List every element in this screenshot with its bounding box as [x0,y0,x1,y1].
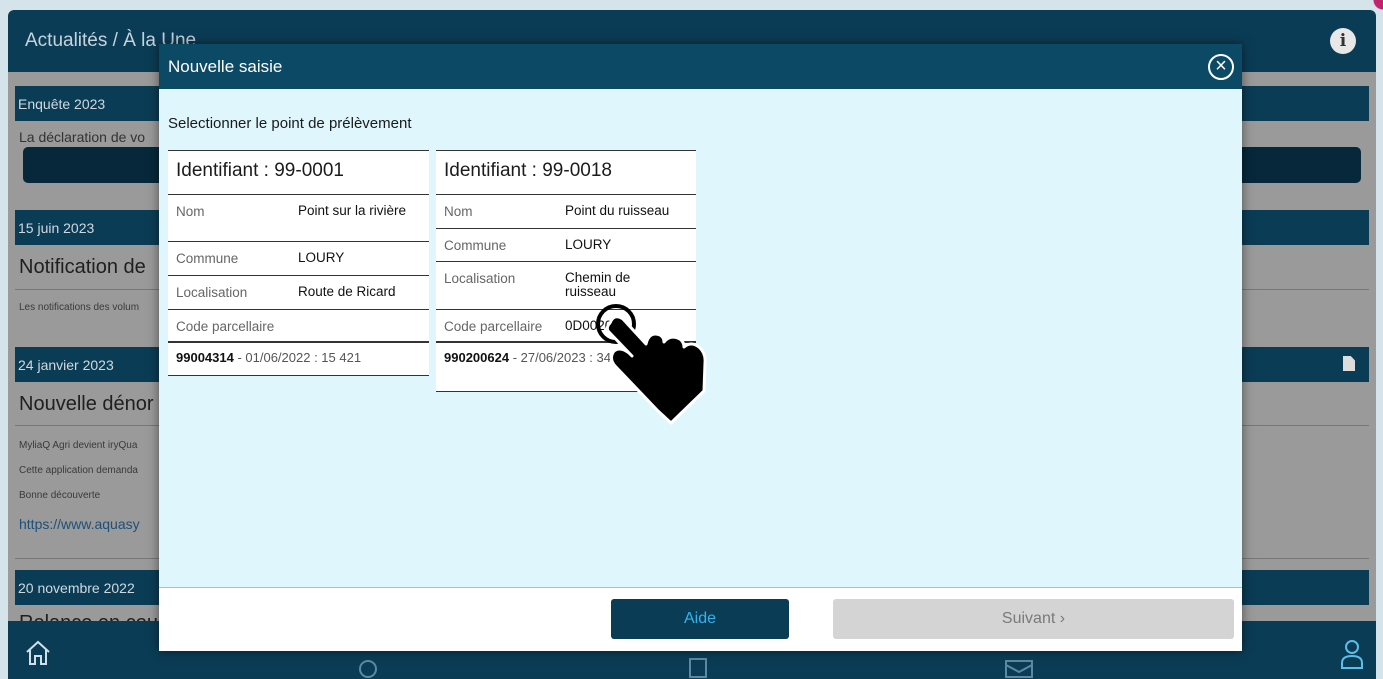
row-value: 0D0020 [565,318,613,333]
row-label: Code parcellaire [176,319,275,334]
footer-detail: - 01/06/2022 : 15 421 [233,350,362,365]
help-button[interactable]: Aide [611,599,789,639]
footer-number: 99004314 [176,350,234,365]
close-button[interactable]: × [1208,54,1234,80]
row-value: Point sur la rivière [298,203,407,218]
row-label: Localisation [444,271,516,286]
circle-icon[interactable] [358,659,378,679]
row-value: Route de Ricard [298,284,396,299]
news-text: Les notifications des volum [19,302,140,313]
row-label: Nom [176,204,205,219]
footer-number: 990200624 [444,350,510,365]
new-entry-dialog: Nouvelle saisie × Selectionner le point … [159,44,1242,651]
card-row: Commune LOURY [168,242,429,276]
row-label: Nom [444,204,473,219]
dialog-footer: Aide Suivant › [159,587,1242,651]
instruction-text: Selectionner le point de prélèvement [168,115,412,132]
row-label: Commune [176,251,239,266]
news-text: La déclaration de vo [19,129,146,145]
next-button[interactable]: Suivant › [833,599,1234,639]
sampling-point-card[interactable]: Identifiant : 99-0001 Nom Point sur la r… [168,150,429,376]
row-label: Code parcellaire [444,319,543,334]
card-identifier: Identifiant : 99-0018 [436,151,696,195]
card-identifier: Identifiant : 99-0001 [168,151,429,195]
document-icon[interactable] [1343,356,1355,371]
news-text: Bonne découverte [19,490,101,501]
card-row: Nom Point sur la rivière [168,195,429,242]
news-heading: Nouvelle dénor [19,393,154,415]
news-heading: Notification de [19,256,146,278]
news-link[interactable]: https://www.aquasy [19,516,140,532]
news-text: MyliaQ Agri devient iryQua [19,440,138,451]
dialog-header: Nouvelle saisie × [159,44,1242,89]
row-value: Chemin de ruisseau [565,270,631,299]
row-value: LOURY [565,237,612,252]
card-row: Code parcellaire 0D0020 [436,310,696,342]
footer-detail: - 27/06/2023 : 345 [509,350,619,365]
card-row: Localisation Route de Ricard [168,276,429,310]
user-icon[interactable] [1340,639,1364,669]
document-icon[interactable] [688,657,708,679]
row-value: Point du ruisseau [565,203,670,218]
dialog-title: Nouvelle saisie [168,57,283,76]
card-footer: 99004314 - 01/06/2022 : 15 421 [168,342,429,375]
info-icon[interactable]: i [1330,28,1356,54]
news-date: 24 janvier 2023 [18,357,114,373]
news-text: Cette application demanda [19,465,138,476]
sampling-point-card[interactable]: Identifiant : 99-0018 Nom Point du ruiss… [436,150,696,392]
row-value: LOURY [298,250,345,265]
inbox-icon[interactable] [1004,657,1034,679]
row-label: Commune [444,238,507,253]
card-footer: 990200624 - 27/06/2023 : 345 [436,342,696,391]
home-icon[interactable] [24,639,52,667]
row-label: Localisation [176,285,248,300]
card-row: Code parcellaire [168,310,429,342]
card-row: Nom Point du ruisseau [436,195,696,229]
corner-decoration [1363,0,1383,20]
card-row: Commune LOURY [436,229,696,262]
close-icon: × [1215,55,1227,77]
card-row: Localisation Chemin de ruisseau [436,262,696,310]
